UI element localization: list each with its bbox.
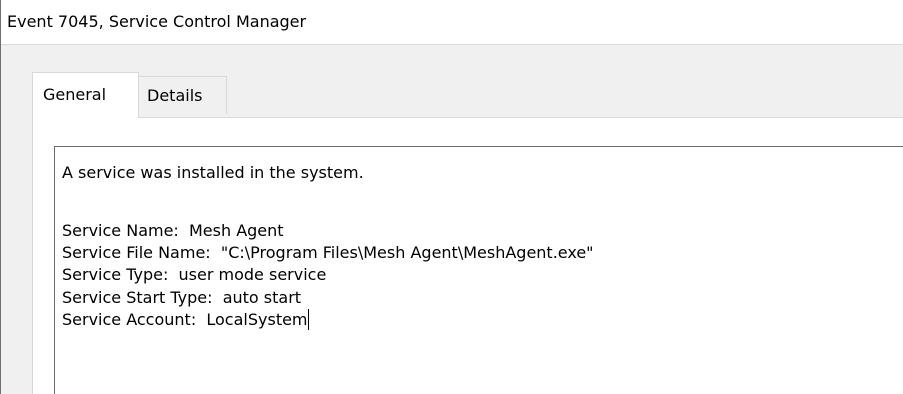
event-description-textbox[interactable]: A service was installed in the system. S…: [54, 146, 903, 394]
tab-details[interactable]: Details: [138, 76, 227, 114]
description-intro: A service was installed in the system.: [62, 163, 364, 182]
service-account-row: Service Account: LocalSystem: [62, 309, 309, 330]
service-account-line: Service Account: LocalSystem: [62, 310, 308, 329]
service-name-line: Service Name: Mesh Agent: [62, 221, 284, 240]
event-title: Event 7045, Service Control Manager: [7, 12, 307, 31]
event-properties-window: Event 7045, Service Control Manager Gene…: [0, 0, 903, 394]
event-title-bar: Event 7045, Service Control Manager: [1, 0, 903, 45]
service-type-line: Service Type: user mode service: [62, 265, 327, 284]
text-cursor: [307, 309, 309, 330]
tab-general[interactable]: General: [32, 72, 139, 118]
service-file-name-line: Service File Name: "C:\Program Files\Mes…: [62, 243, 594, 262]
service-start-type-line: Service Start Type: auto start: [62, 288, 302, 307]
